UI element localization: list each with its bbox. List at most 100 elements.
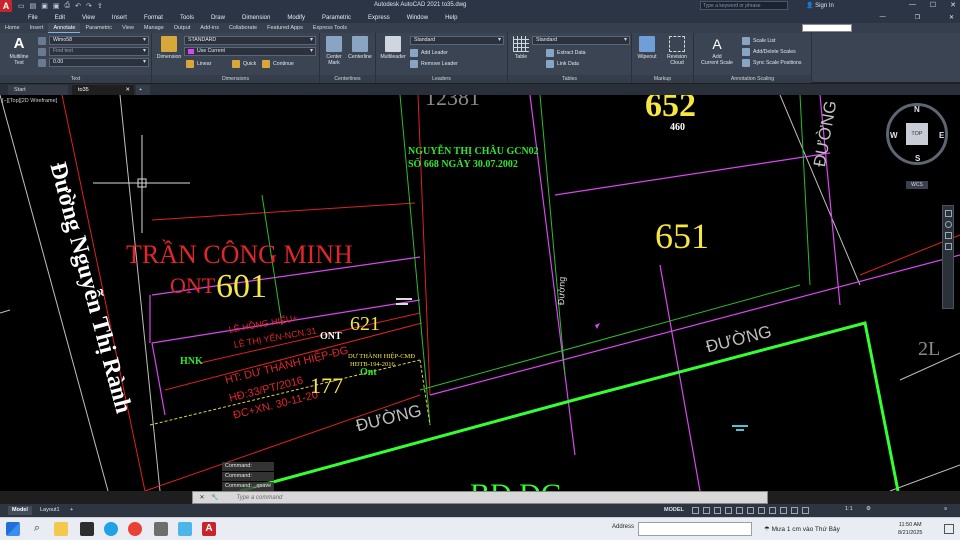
wipeout-button[interactable]: Wipeout [634,36,660,60]
continue-dim-button[interactable]: Continue [262,59,294,68]
menu-express[interactable]: Express [368,15,390,21]
system-clock[interactable]: 11:50 AM 8/21/2025 [898,521,922,537]
tab-model[interactable]: Model [8,506,32,515]
polar-icon[interactable] [725,507,732,514]
showmotion-icon[interactable] [945,243,952,250]
tab-manage[interactable]: Manage [139,23,169,33]
dimension-style-dropdown[interactable]: STANDARD [184,36,316,45]
sync-scale-positions-button[interactable]: Sync Scale Positions [742,58,801,67]
add-leader-button[interactable]: Add Leader [410,48,448,57]
minimize-icon[interactable]: — [909,1,916,9]
menu-parametric[interactable]: Parametric [322,15,351,21]
table-style-dropdown[interactable]: Standard [532,36,630,45]
menu-draw[interactable]: Draw [211,15,225,21]
autocad-taskbar-icon[interactable]: A [202,522,216,536]
new-layout-button[interactable]: + [66,506,77,515]
menu-insert[interactable]: Insert [112,15,127,21]
tab-parametric[interactable]: Parametric [80,23,117,33]
autoscale-icon[interactable] [802,507,809,514]
osnap-icon[interactable] [736,507,743,514]
close-icon[interactable]: ✕ [950,1,956,9]
menu-window[interactable]: Window [407,15,428,21]
text-style-dropdown[interactable]: Wimo58 [49,36,149,45]
scale-list-button[interactable]: Scale List [742,36,776,45]
menu-format[interactable]: Format [144,15,163,21]
share-icon[interactable]: ⇪ [97,2,103,10]
grid-icon[interactable] [692,507,699,514]
snap-icon[interactable] [703,507,710,514]
doc-restore-icon[interactable]: ❐ [915,14,920,21]
multileader-button[interactable]: Multileader [378,36,408,60]
tab-layout1[interactable]: Layout1 [36,506,64,515]
tab-view[interactable]: View [117,23,139,33]
dimensions-panel-title[interactable]: Dimensions [152,75,319,83]
viewcube-north[interactable]: N [914,105,920,114]
menu-edit[interactable]: Edit [55,15,65,21]
help-search-input[interactable]: Type a keyword or phrase [700,1,788,10]
search-icon[interactable]: ⌕ [30,522,44,536]
save-as-icon[interactable]: ▣ [53,2,60,10]
annotation-scaling-panel-title[interactable]: Annotation Scaling [694,75,811,83]
tab-close-icon[interactable]: ✕ [125,85,130,95]
menu-dimension[interactable]: Dimension [242,15,270,21]
multiline-text-button[interactable]: A Multiline Text [4,36,34,67]
tab-annotate[interactable]: Annotate [48,23,81,33]
tab-to35[interactable]: to35 ✕ [72,85,134,95]
file-explorer-icon[interactable] [54,522,68,536]
tables-panel-title[interactable]: Tables [508,75,631,83]
plot-icon[interactable]: ⎙ [65,2,71,10]
open-file-icon[interactable]: ▤ [30,2,37,10]
orbit-icon[interactable] [945,232,952,239]
viewcube[interactable]: N S W E TOP [886,103,948,165]
viewcube-top-face[interactable]: TOP [906,123,928,145]
otrack-icon[interactable] [747,507,754,514]
windows-start-icon[interactable] [6,522,20,536]
command-settings-icon[interactable]: 🔧 [211,494,218,501]
workspace-gear-icon[interactable]: ⚙ [866,506,871,512]
remove-leader-button[interactable]: Remove Leader [410,59,458,68]
link-data-button[interactable]: Link Data [546,59,579,68]
command-input[interactable]: Type a command [236,495,282,501]
zalo-icon[interactable] [178,522,192,536]
edge-icon[interactable] [104,522,118,536]
customization-icon[interactable]: ≡ [944,506,947,512]
menu-modify[interactable]: Modify [287,15,305,21]
linear-button[interactable]: Linear [186,59,211,68]
revision-cloud-button[interactable]: Revision Cloud [662,36,692,66]
tab-express-tools[interactable]: Express Tools [308,23,352,33]
new-file-icon[interactable]: ▭ [18,2,25,10]
menu-file[interactable]: File [28,15,38,21]
quick-dim-button[interactable]: Quick [232,59,256,68]
center-mark-button[interactable]: Center Mark [322,36,346,66]
drawing-canvas[interactable]: [−][Top][2D Wireframe] Đường Nguyễn Thị … [0,95,960,491]
doc-close-icon[interactable]: ✕ [949,14,954,21]
weather-widget[interactable]: ☂ Mưa 1 cm vào Thứ Bảy [764,525,840,533]
redo-icon[interactable]: ↷ [86,2,92,10]
chrome-icon[interactable] [128,522,142,536]
menu-help[interactable]: Help [445,15,457,21]
find-text-input[interactable]: Find text [49,47,149,56]
table-button[interactable]: Table [510,36,532,60]
tab-featured-apps[interactable]: Featured Apps [262,23,308,33]
store-icon[interactable] [80,522,94,536]
multileader-style-dropdown[interactable]: Standard [410,36,504,45]
autocad-logo-icon[interactable]: A [0,0,12,12]
tab-insert[interactable]: Insert [25,23,49,33]
tab-home[interactable]: Home [0,23,25,33]
add-delete-scales-button[interactable]: Add/Delete Scales [742,47,796,56]
tab-add-ins[interactable]: Add-ins [195,23,224,33]
command-close-icon[interactable]: ✕ [193,494,211,501]
transparency-icon[interactable] [769,507,776,514]
maximize-icon[interactable]: ☐ [930,1,936,9]
tab-collaborate[interactable]: Collaborate [224,23,262,33]
dimension-layer-dropdown[interactable]: Use Current [184,47,316,56]
leaders-panel-title[interactable]: Leaders [376,75,507,83]
address-input[interactable] [638,522,752,536]
save-icon[interactable]: ▣ [41,2,48,10]
annotation-visibility-icon[interactable] [791,507,798,514]
zoom-icon[interactable] [945,221,952,228]
centerline-button[interactable]: Centerline [346,36,374,60]
ribbon-minimize-dropdown[interactable] [802,24,852,32]
tab-start[interactable]: Start [8,85,68,95]
sign-in-link[interactable]: 👤 Sign In [806,2,834,9]
